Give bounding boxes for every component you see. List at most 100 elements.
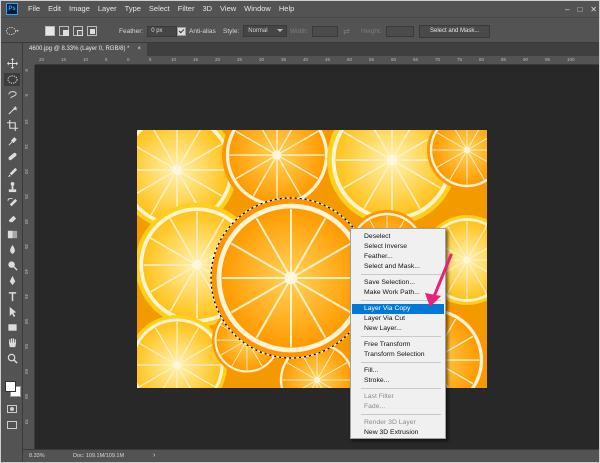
menu-item-select-and-mask[interactable]: Select and Mask... [352, 262, 444, 272]
tool-dodge[interactable] [4, 259, 20, 272]
height-label: Height: [361, 27, 382, 35]
tool-path-selection[interactable] [4, 305, 20, 318]
ruler-top-tick: 50 [347, 57, 353, 62]
ruler-left-tick: 45 [24, 294, 29, 300]
zoom-level[interactable]: 8.33% [29, 453, 45, 459]
new-selection-button[interactable] [45, 26, 55, 36]
menu-view[interactable]: View [216, 1, 240, 17]
menu-item-fill[interactable]: Fill... [352, 366, 444, 376]
tool-blur[interactable] [4, 243, 20, 256]
menu-item-deselect[interactable]: Deselect [352, 232, 444, 242]
ruler-left-tick: 15 [24, 144, 29, 150]
menu-item-save-selection[interactable]: Save Selection... [352, 278, 444, 288]
ruler-top-tick: 55 [369, 57, 375, 62]
menu-select[interactable]: Select [145, 1, 174, 17]
menu-item-free-transform[interactable]: Free Transform [352, 340, 444, 350]
ruler-top-tick: 45 [325, 57, 331, 62]
ruler-origin[interactable] [23, 56, 35, 65]
antialias-checkbox[interactable] [177, 26, 186, 36]
menu-separator [361, 388, 441, 389]
tool-hand[interactable] [4, 336, 20, 349]
tool-eraser[interactable] [4, 212, 20, 225]
quick-mask-icon[interactable] [7, 405, 17, 413]
style-label: Style: [223, 27, 240, 35]
menu-layer[interactable]: Layer [94, 1, 121, 17]
menu-item-select-inverse[interactable]: Select Inverse [352, 242, 444, 252]
tool-magic-wand[interactable] [4, 104, 20, 117]
subtract-from-selection-button[interactable] [73, 26, 83, 36]
tool-brush[interactable] [4, 166, 20, 179]
menu-item-make-work-path[interactable]: Make Work Path... [352, 288, 444, 298]
tool-type[interactable] [4, 290, 20, 303]
intersect-selection-button[interactable] [87, 26, 97, 36]
ruler-top-tick: 80 [479, 57, 485, 62]
elliptical-marquee-icon [6, 27, 19, 35]
tool-preset-picker[interactable] [6, 18, 20, 44]
menu-window[interactable]: Window [240, 1, 275, 17]
tool-clone-stamp[interactable] [4, 181, 20, 194]
ruler-top-tick: 10 [171, 57, 177, 62]
menu-filter[interactable]: Filter [174, 1, 199, 17]
ruler-left-tick: 70 [24, 419, 29, 425]
menu-image[interactable]: Image [65, 1, 94, 17]
style-dropdown[interactable]: Normal [243, 25, 288, 37]
color-swatches[interactable] [4, 379, 21, 397]
ruler-top-tick: 20 [215, 57, 221, 62]
maximize-button[interactable]: □ [577, 5, 582, 14]
history-brush-icon [6, 197, 17, 206]
tool-healing-brush[interactable] [4, 150, 20, 163]
tool-zoom[interactable] [4, 352, 20, 365]
canvas-area[interactable] [35, 65, 599, 449]
menu-item-layer-via-copy[interactable]: Layer Via Copy [352, 304, 444, 314]
vertical-ruler[interactable]: 0 5 10 15 20 25 30 35 40 45 50 55 60 65 70 [23, 65, 35, 449]
minimize-button[interactable]: – [565, 5, 569, 14]
menu-type[interactable]: Type [121, 1, 145, 17]
move-icon [6, 58, 18, 69]
tool-gradient[interactable] [4, 228, 20, 241]
foreground-color-swatch[interactable] [5, 381, 16, 392]
add-to-selection-button[interactable] [59, 26, 69, 36]
photoshop-logo: Ps [6, 3, 18, 15]
tool-rectangle[interactable] [4, 321, 20, 334]
ruler-left-tick: 65 [24, 394, 29, 400]
screen-mode-icon[interactable] [7, 421, 17, 429]
ruler-top-tick: 75 [457, 57, 463, 62]
close-button[interactable]: ✕ [590, 5, 597, 14]
menu-item-new-3d-extrusion[interactable]: New 3D Extrusion [352, 428, 444, 438]
menu-separator [361, 300, 441, 301]
pen-icon [9, 275, 15, 286]
ruler-top-tick: 20 [39, 57, 45, 62]
menu-item-new-layer[interactable]: New Layer... [352, 324, 444, 334]
select-and-mask-button[interactable]: Select and Mask... [419, 24, 491, 38]
horizontal-ruler[interactable]: 20 15 10 5 0 5 10 15 20 25 30 35 40 45 50 55 60 65 70 75 80 8… [35, 56, 599, 65]
type-icon [8, 291, 16, 301]
tool-elliptical-marquee[interactable] [4, 72, 20, 86]
ruler-top-tick: 5 [105, 57, 108, 62]
menu-item-last-filter: Last Filter [364, 393, 394, 400]
tool-eyedropper[interactable] [4, 135, 20, 148]
menu-item-feather[interactable]: Feather... [352, 252, 444, 262]
ruler-top-tick: 70 [435, 57, 441, 62]
tool-move[interactable] [4, 57, 20, 70]
menu-3d[interactable]: 3D [198, 1, 216, 17]
tool-lasso[interactable] [4, 88, 20, 101]
menu-item-transform-selection[interactable]: Transform Selection [352, 350, 444, 360]
menu-file[interactable]: File [24, 1, 44, 17]
menu-edit[interactable]: Edit [44, 1, 65, 17]
feather-input[interactable]: 0 px [147, 25, 178, 37]
close-tab-icon[interactable]: × [137, 43, 141, 56]
ruler-left-tick: 20 [24, 169, 29, 175]
tool-history-brush[interactable] [4, 197, 20, 210]
tool-pen[interactable] [4, 274, 20, 287]
ruler-top-tick: 15 [193, 57, 199, 62]
path-selection-icon [9, 306, 16, 317]
eyedropper-icon [8, 136, 17, 145]
ruler-top-tick: 40 [303, 57, 309, 62]
menu-separator [361, 274, 441, 275]
menu-item-layer-via-cut[interactable]: Layer Via Cut [352, 314, 444, 324]
tool-crop[interactable] [4, 119, 20, 132]
menu-item-stroke[interactable]: Stroke... [352, 376, 444, 386]
status-menu-chevron-icon[interactable]: › [153, 452, 155, 459]
document-tab[interactable]: 4600.jpg @ 8.33% (Layer 0, RGB/8) * × [23, 43, 147, 56]
menu-help[interactable]: Help [275, 1, 298, 17]
